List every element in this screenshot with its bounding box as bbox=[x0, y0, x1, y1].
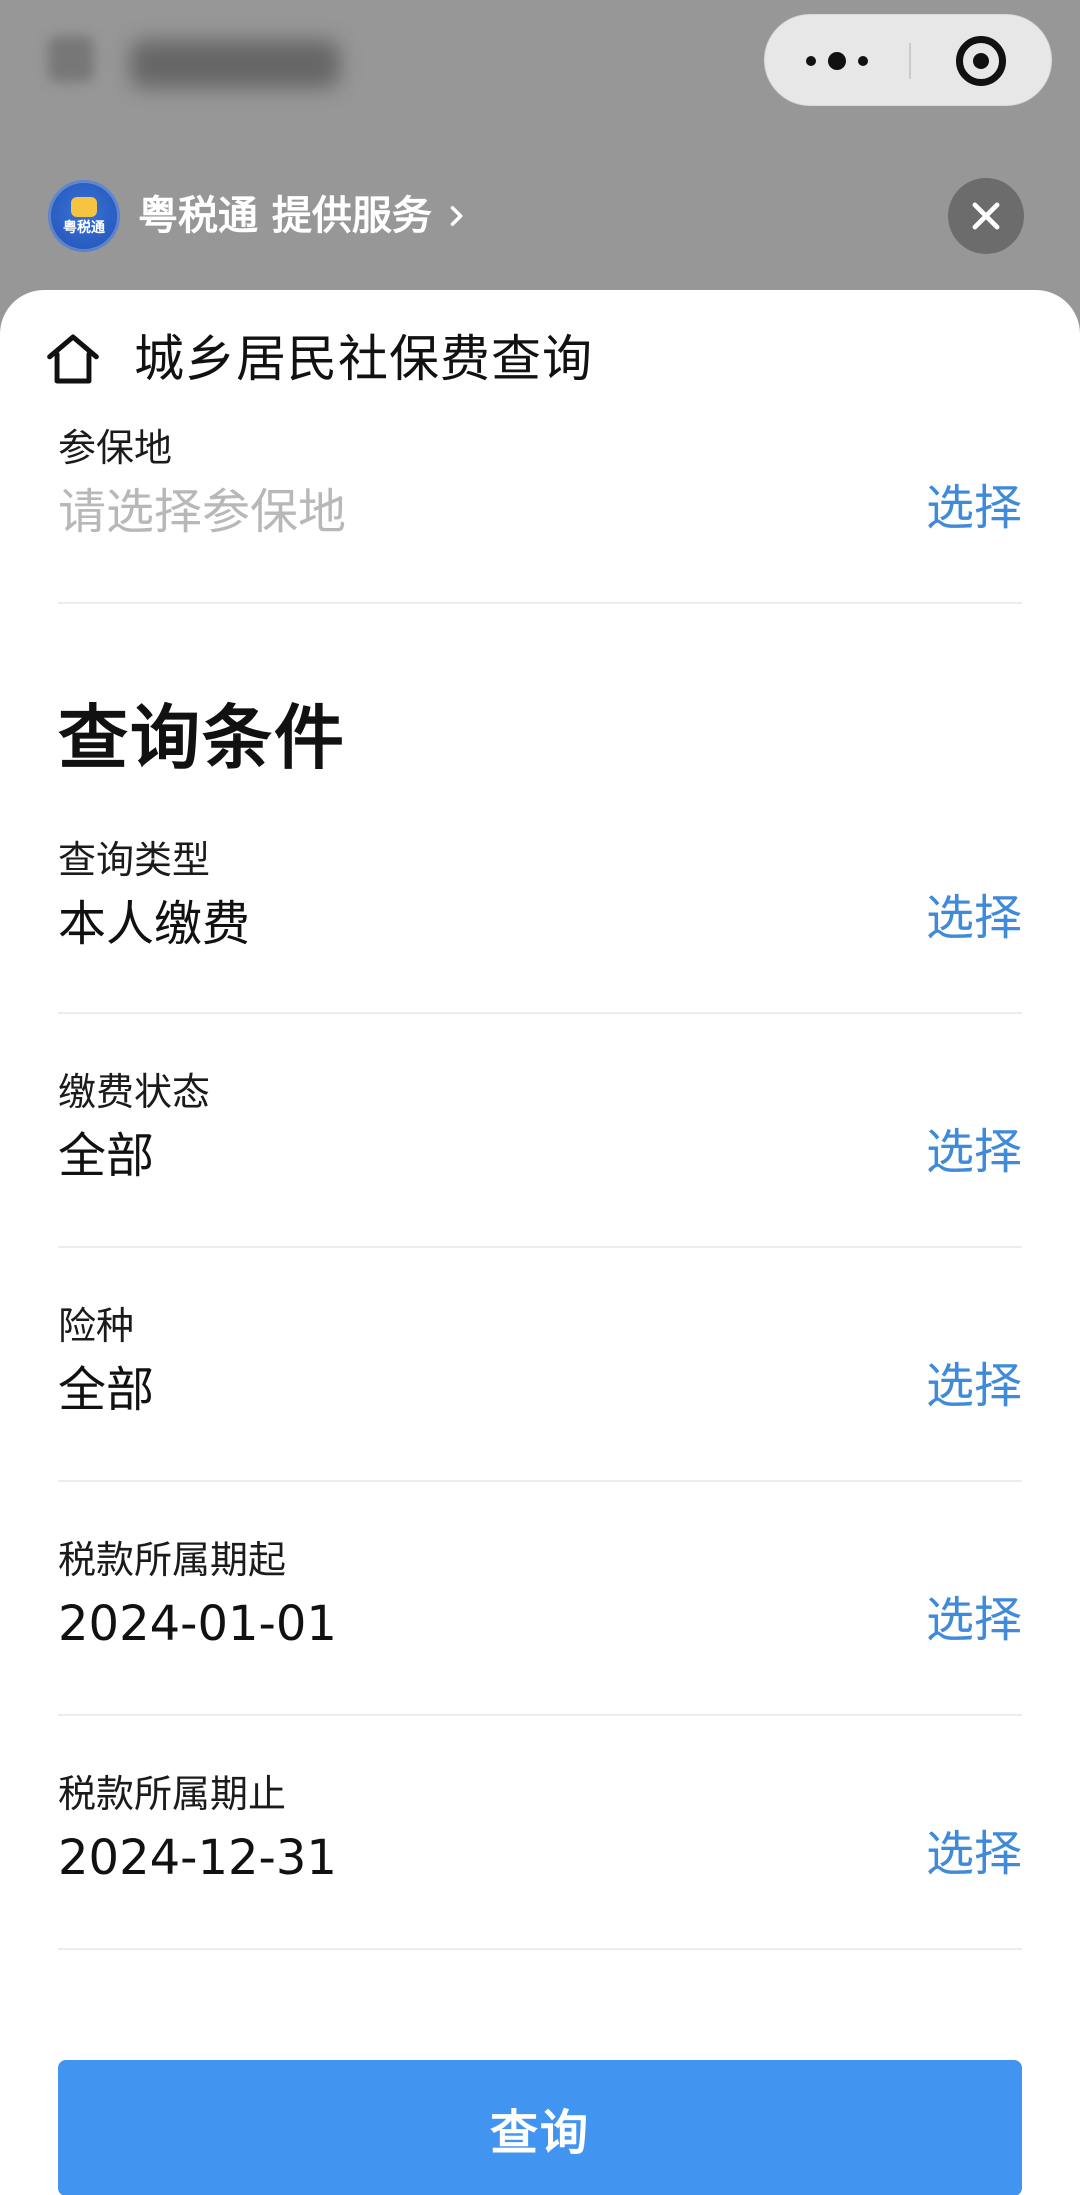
query-type-row: 查询类型 本人缴费 选择 bbox=[58, 780, 1022, 1014]
select-payment-status-button[interactable]: 选择 bbox=[926, 1124, 1022, 1180]
emblem-icon bbox=[71, 197, 97, 217]
target-icon-center bbox=[973, 53, 989, 69]
page-title: 城乡居民社保费查询 bbox=[134, 330, 593, 388]
sheet-header: 城乡居民社保费查询 bbox=[0, 318, 1080, 400]
tax-period-end-value: 2024-12-31 bbox=[58, 1830, 337, 1886]
more-button[interactable] bbox=[765, 15, 909, 107]
tax-period-end-row: 税款所属期止 2024-12-31 选择 bbox=[58, 1716, 1022, 1950]
query-conditions-title: 查询条件 bbox=[58, 697, 346, 779]
payment-status-row: 缴费状态 全部 选择 bbox=[58, 1014, 1022, 1248]
query-type-label: 查询类型 bbox=[58, 838, 211, 882]
payment-status-label: 缴费状态 bbox=[58, 1070, 211, 1114]
select-insured-place-button[interactable]: 选择 bbox=[926, 480, 1022, 536]
blurred-title bbox=[130, 40, 340, 88]
home-icon[interactable] bbox=[40, 326, 106, 392]
select-tax-period-end-button[interactable]: 选择 bbox=[926, 1826, 1022, 1882]
insured-place-label: 参保地 bbox=[58, 426, 173, 470]
query-button[interactable]: 查询 bbox=[58, 2060, 1022, 2195]
select-query-type-button[interactable]: 选择 bbox=[926, 890, 1022, 946]
provider-name-text: 粤税通 提供服务 bbox=[138, 193, 432, 239]
close-provider-button[interactable] bbox=[948, 178, 1024, 254]
tax-period-start-label: 税款所属期起 bbox=[58, 1538, 287, 1582]
close-miniprogram-button[interactable] bbox=[909, 15, 1053, 107]
more-icon bbox=[858, 56, 868, 66]
chevron-right-icon bbox=[450, 206, 463, 226]
target-icon bbox=[956, 36, 1006, 86]
query-sheet: 城乡居民社保费查询 参保地 请选择参保地 选择 查询条件 查询类型 本人缴费 选… bbox=[0, 290, 1080, 2195]
more-icon bbox=[806, 56, 816, 66]
blurred-back-control bbox=[48, 36, 94, 82]
query-type-value: 本人缴费 bbox=[58, 896, 251, 952]
tax-period-end-label: 税款所属期止 bbox=[58, 1772, 287, 1816]
close-icon bbox=[972, 202, 1000, 230]
insurance-type-label: 险种 bbox=[58, 1304, 135, 1348]
insurance-type-row: 险种 全部 选择 bbox=[58, 1248, 1022, 1482]
insured-place-placeholder: 请选择参保地 bbox=[58, 484, 347, 540]
insurance-type-value: 全部 bbox=[58, 1362, 155, 1418]
mini-program-capsule bbox=[764, 14, 1052, 106]
tax-period-start-value: 2024-01-01 bbox=[58, 1596, 337, 1652]
select-tax-period-start-button[interactable]: 选择 bbox=[926, 1592, 1022, 1648]
tax-period-start-row: 税款所属期起 2024-01-01 选择 bbox=[58, 1482, 1022, 1716]
payment-status-value: 全部 bbox=[58, 1128, 155, 1184]
service-provider-bar[interactable]: 粤税通 粤税通 提供服务 bbox=[48, 180, 470, 252]
provider-name: 粤税通 提供服务 bbox=[138, 192, 470, 240]
form-content: 参保地 请选择参保地 选择 查询条件 查询类型 本人缴费 选择 缴费状态 全部 … bbox=[58, 408, 1022, 1950]
provider-logo-text: 粤税通 bbox=[63, 220, 105, 236]
select-insurance-type-button[interactable]: 选择 bbox=[926, 1358, 1022, 1414]
insured-place-row: 参保地 请选择参保地 选择 bbox=[58, 408, 1022, 604]
provider-logo: 粤税通 bbox=[48, 180, 120, 252]
more-icon bbox=[828, 52, 846, 70]
